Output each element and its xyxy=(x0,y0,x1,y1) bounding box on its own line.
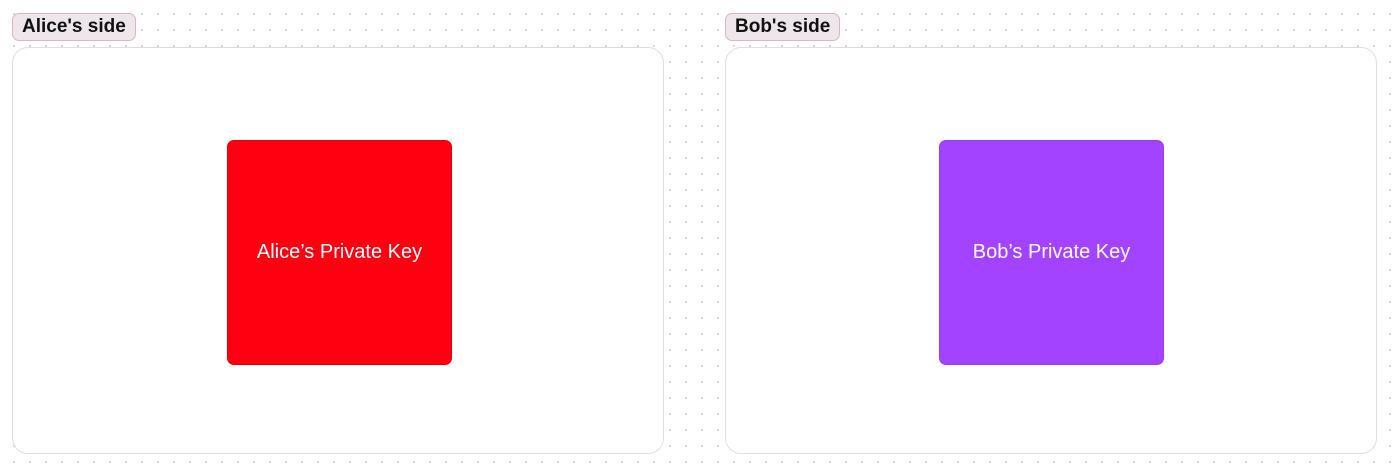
bob-side-label: Bob's side xyxy=(725,13,841,41)
bob-private-key-label: Bob’s Private Key xyxy=(972,241,1131,263)
bob-side-frame[interactable]: Bob’s Private Key xyxy=(725,47,1377,454)
alice-side-frame[interactable]: Alice’s Private Key xyxy=(12,47,664,454)
bob-private-key-box[interactable]: Bob’s Private Key xyxy=(939,140,1164,365)
alice-side-label: Alice's side xyxy=(12,13,136,41)
alice-private-key-label: Alice’s Private Key xyxy=(256,241,423,263)
alice-private-key-box[interactable]: Alice’s Private Key xyxy=(227,140,452,365)
